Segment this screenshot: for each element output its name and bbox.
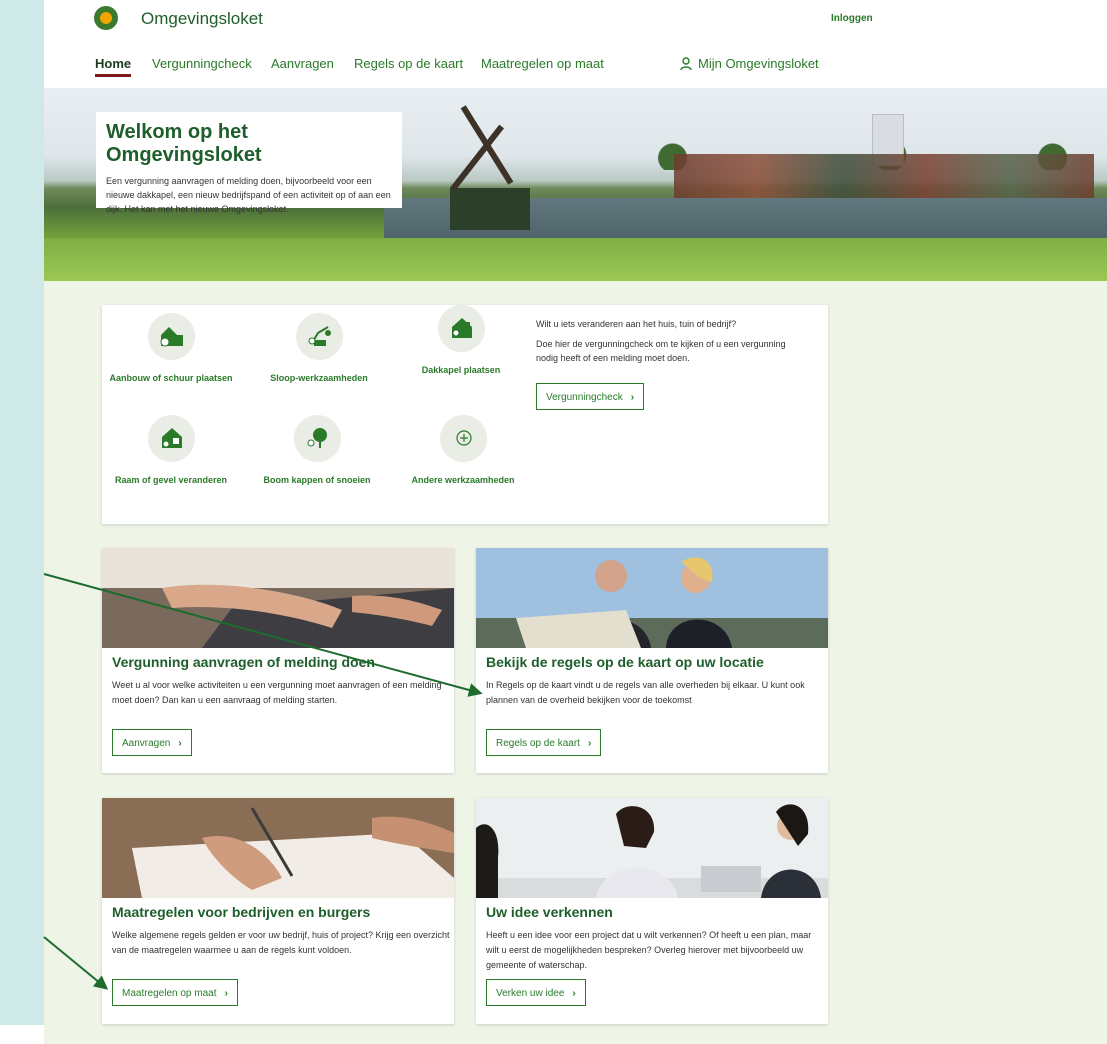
activity-label: Aanbouw of schuur plaatsen [109,373,233,383]
regels-op-de-kaart-button[interactable]: Regels op de kaart › [486,729,602,756]
laptop-typing-photo [102,548,454,648]
hero-meadow [44,238,1107,281]
welcome-text: Een vergunning aanvragen of melding doen… [106,176,391,214]
chevron-right-icon: › [178,738,182,749]
verken-uw-idee-button[interactable]: Verken uw idee › [486,979,586,1006]
tree-icon [307,428,327,448]
vergunningcheck-question: Wilt u iets veranderen aan het huis, tui… [536,319,737,329]
nav-regels-op-de-kaart[interactable]: Regels op de kaart [354,56,463,71]
people-with-map-photo [476,548,828,648]
writing-on-paper-photo [102,798,454,898]
activity-label: Boom kappen of snoeien [263,475,371,485]
site-header: Omgevingsloket Inloggen Home Vergunningc… [44,0,1107,89]
hero-houses [674,154,1094,198]
nav-maatregelen-op-maat[interactable]: Maatregelen op maat [481,56,604,71]
omgevingsloket-page: Omgevingsloket Inloggen Home Vergunningc… [44,0,1107,1044]
activity-icon-circle [148,415,195,462]
aanvragen-button[interactable]: Aanvragen › [112,729,192,756]
activity-label: Andere werkzaamheden [411,475,515,485]
card-aanvragen: Vergunning aanvragen of melding doen Wee… [102,548,454,773]
chevron-right-icon: › [587,738,592,749]
annotation-side-panel [0,0,45,1025]
button-label: Verken uw idee [496,988,565,999]
activity-icon-circle [294,415,341,462]
main-content: Aanbouw of schuur plaatsen Sloop-werkzaa… [44,281,1107,1044]
hero-windmill-base [450,188,530,230]
card-text: Weet u al voor welke activiteiten u een … [112,680,442,705]
site-brand[interactable]: Omgevingsloket [141,9,263,29]
vergunningcheck-button[interactable]: Vergunningcheck › [536,383,645,410]
activity-icon-circle [296,313,343,360]
house-extension-icon [160,327,183,347]
button-label: Aanvragen [122,738,171,749]
user-icon [680,57,692,71]
activity-label: Sloop-werkzaamheden [270,373,368,383]
card-title: Vergunning aanvragen of melding doen [112,654,375,670]
card-title: Bekijk de regels op de kaart op uw locat… [486,654,764,670]
chevron-right-icon: › [224,988,228,999]
card-regels-op-de-kaart: Bekijk de regels op de kaart op uw locat… [476,548,828,773]
window-facade-icon [162,428,182,448]
card-text: Welke algemene regels gelden er voor uw … [112,930,450,955]
main-navigation: Home Vergunningcheck Aanvragen Regels op… [95,56,845,84]
activities-panel: Aanbouw of schuur plaatsen Sloop-werkzaa… [102,305,828,524]
vergunningcheck-text: Doe hier de vergunningcheck om te kijken… [536,339,786,363]
plus-circle-icon [456,430,472,446]
nav-aanvragen[interactable]: Aanvragen [271,56,334,71]
card-title: Uw idee verkennen [486,904,613,920]
demolition-crane-icon [308,326,331,346]
card-title: Maatregelen voor bedrijven en burgers [112,904,371,920]
welcome-title: Welkom op het Omgevingsloket [106,121,262,166]
button-label: Regels op de kaart [496,738,580,749]
nav-mijn-omgevingsloket[interactable]: Mijn Omgevingsloket [698,56,819,71]
activity-icon-circle [438,305,485,352]
hero-banner: Welkom op het Omgevingsloket Een vergunn… [44,88,1107,281]
button-label: Vergunningcheck [546,392,623,403]
maatregelen-op-maat-button[interactable]: Maatregelen op maat › [112,979,238,1006]
nav-home[interactable]: Home [95,56,132,77]
people-meeting-photo [476,798,828,898]
card-uw-idee: Uw idee verkennen Heeft u een idee voor … [476,798,828,1024]
welcome-box: Welkom op het Omgevingsloket Een vergunn… [96,112,402,214]
vergunningcheck-intro: Wilt u iets veranderen aan het huis, tui… [536,317,806,371]
activity-icon-circle [148,313,195,360]
chevron-right-icon: › [630,392,635,403]
nav-vergunningcheck[interactable]: Vergunningcheck [152,56,252,71]
chevron-right-icon: › [572,988,576,999]
activity-label: Raam of gevel veranderen [114,475,228,485]
dormer-house-icon [452,318,472,338]
card-text: Heeft u een idee voor een project dat u … [486,930,812,970]
activity-icon-circle [440,415,487,462]
card-text: In Regels op de kaart vindt u de regels … [486,680,805,705]
omgevingsloket-logo-icon[interactable] [94,6,118,30]
activity-label: Dakkapel plaatsen [421,365,501,375]
button-label: Maatregelen op maat [122,988,217,999]
login-link[interactable]: Inloggen [831,13,873,24]
card-maatregelen: Maatregelen voor bedrijven en burgers We… [102,798,454,1024]
